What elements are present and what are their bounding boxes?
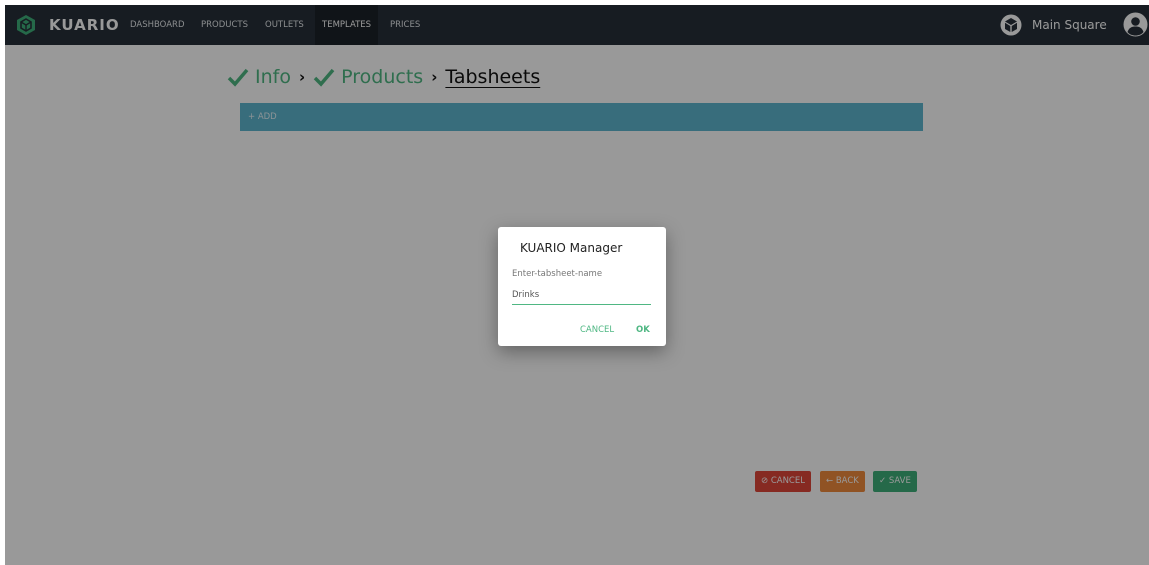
dialog-title: KUARIO Manager bbox=[520, 241, 623, 255]
dialog-ok-button[interactable]: OK bbox=[636, 325, 650, 335]
tabsheet-name-dialog: KUARIO Manager Enter-tabsheet-name CANCE… bbox=[498, 227, 666, 346]
dialog-cancel-button[interactable]: CANCEL bbox=[580, 325, 614, 335]
app-frame: KUARIO DASHBOARD PRODUCTS OUTLETS TEMPLA… bbox=[5, 5, 1149, 565]
tabsheet-name-input[interactable] bbox=[512, 286, 651, 305]
tabsheet-name-label: Enter-tabsheet-name bbox=[512, 269, 603, 279]
